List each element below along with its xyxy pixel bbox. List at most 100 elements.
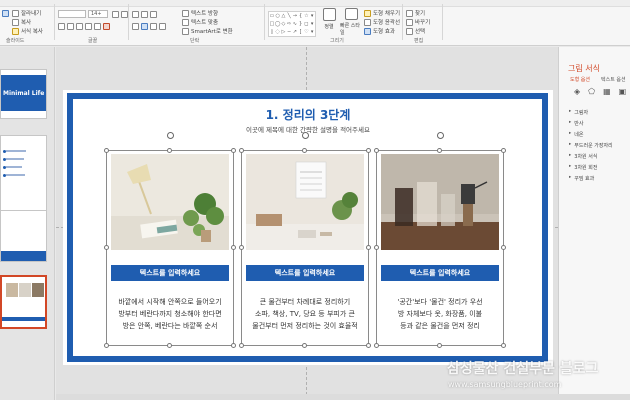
font-name-combo[interactable] — [58, 10, 86, 18]
replace-button[interactable]: 바꾸기 — [406, 18, 430, 26]
shape-fill-button[interactable]: 도형 채우기 — [364, 9, 400, 17]
find-button[interactable]: 찾기 — [406, 9, 425, 17]
shape-outline-button[interactable]: 도형 윤곽선 — [364, 18, 400, 26]
paste-button[interactable] — [2, 9, 9, 17]
resize-handle[interactable] — [104, 343, 109, 348]
indent-icon — [150, 10, 157, 18]
resize-handle[interactable] — [231, 148, 236, 153]
tab-shape-options[interactable]: 도형 옵션 — [570, 76, 590, 83]
selection-box[interactable] — [241, 150, 369, 346]
selection-box[interactable] — [106, 150, 234, 346]
resize-handle[interactable] — [239, 245, 244, 250]
effects-icon — [364, 27, 371, 35]
expand-arrow-icon: ▸ — [569, 131, 572, 136]
resize-handle[interactable] — [302, 148, 307, 153]
effects-pentagon-icon[interactable]: ⬠ — [588, 87, 595, 96]
list-buttons[interactable] — [132, 10, 157, 18]
copy-button[interactable]: 복사 — [12, 18, 31, 26]
select-label: 선택 — [415, 29, 426, 35]
resize-handle[interactable] — [239, 148, 244, 153]
pane-section-glow[interactable]: ▸ 네온 — [569, 131, 583, 138]
resize-handle[interactable] — [104, 148, 109, 153]
pane-section-shadow[interactable]: ▸ 그림자 — [569, 109, 588, 116]
shape-more-icon[interactable]: ▾ — [309, 20, 315, 28]
slide-title[interactable]: 1. 정리의 3단계 — [63, 106, 553, 123]
resize-handle[interactable] — [239, 343, 244, 348]
resize-handle[interactable] — [366, 343, 371, 348]
slide-thumbnail-3[interactable] — [0, 210, 47, 262]
group-separator — [402, 4, 403, 40]
rotate-handle-icon[interactable] — [302, 132, 309, 139]
convert-smartart-button[interactable]: SmartArt로 변환 — [182, 27, 233, 35]
resize-handle[interactable] — [374, 148, 379, 153]
pane-section-soft-edges[interactable]: ▸ 부드러운 가장자리 — [569, 142, 613, 149]
quick-styles-button[interactable]: 빠른 스타일 — [340, 8, 362, 36]
shape-more-icon[interactable]: ▾ — [309, 28, 315, 36]
select-button[interactable]: 선택 — [406, 27, 425, 35]
font-size-combo[interactable]: 14+ — [88, 10, 108, 18]
thumbnail-band — [2, 317, 45, 321]
resize-handle[interactable] — [104, 245, 109, 250]
resize-handle[interactable] — [167, 343, 172, 348]
format-painter-button[interactable]: 서식 복사 — [12, 27, 43, 35]
resize-handle[interactable] — [231, 245, 236, 250]
format-painter-icon — [12, 27, 19, 35]
expand-arrow-icon: ▸ — [569, 175, 572, 180]
group-label-editing: 편집 — [414, 38, 424, 44]
status-bar — [56, 394, 630, 400]
slide-thumbnail-1[interactable]: Minimal Life — [0, 69, 47, 119]
resize-handle[interactable] — [437, 343, 442, 348]
arrange-button[interactable]: 정렬 — [320, 8, 338, 36]
arrange-label: 정렬 — [324, 24, 334, 30]
thumbnail-photo — [19, 283, 31, 297]
pane-title: 그림 서식 — [568, 64, 600, 73]
shape-more-icon[interactable]: ▾ — [309, 12, 315, 20]
resize-handle[interactable] — [374, 245, 379, 250]
cut-button[interactable]: 잘라내기 — [12, 9, 41, 17]
format-painter-label: 서식 복사 — [21, 29, 43, 35]
char-spacing-icon — [94, 22, 101, 30]
group-separator — [128, 4, 129, 40]
selection-box[interactable] — [376, 150, 504, 346]
expand-arrow-icon: ▸ — [569, 153, 572, 158]
picture-icon[interactable]: ▣ — [619, 87, 627, 96]
pane-section-3d-format[interactable]: ▸ 3차원 서식 — [569, 153, 597, 160]
format-picture-pane: 그림 서식 도형 옵션 텍스트 옵션 ◈ ⬠ ▦ ▣ ▸ 그림자 ▸ 반사 ▸ 네온 … — [558, 47, 630, 400]
resize-handle[interactable] — [366, 148, 371, 153]
font-color-icon — [103, 22, 110, 30]
thumbnail-line — [6, 166, 22, 168]
resize-handle[interactable] — [501, 148, 506, 153]
pane-section-label: 부드러운 가장자리 — [574, 143, 613, 149]
pane-section-label: 꾸밈 효과 — [574, 176, 595, 182]
resize-handle[interactable] — [231, 343, 236, 348]
rotate-handle-icon[interactable] — [437, 132, 444, 139]
fill-line-icon[interactable]: ◈ — [574, 87, 580, 96]
rotate-handle-icon[interactable] — [167, 132, 174, 139]
resize-handle[interactable] — [374, 343, 379, 348]
tab-text-options[interactable]: 텍스트 옵션 — [601, 76, 626, 83]
replace-label: 바꾸기 — [415, 20, 431, 26]
text-align-button[interactable]: 텍스트 맞춤 — [182, 18, 218, 26]
grow-font-button[interactable] — [112, 10, 128, 18]
resize-handle[interactable] — [501, 343, 506, 348]
pane-section-3d-rotation[interactable]: ▸ 3차원 회전 — [569, 164, 597, 171]
resize-handle[interactable] — [366, 245, 371, 250]
resize-handle[interactable] — [501, 245, 506, 250]
pane-section-reflection[interactable]: ▸ 반사 — [569, 120, 583, 127]
resize-handle[interactable] — [437, 148, 442, 153]
slide-thumbnail-4-selected[interactable] — [0, 275, 47, 329]
font-style-buttons[interactable] — [58, 22, 110, 30]
group-label-paragraph: 단락 — [190, 38, 200, 44]
align-buttons[interactable] — [132, 22, 166, 30]
text-direction-button[interactable]: 텍스트 방향 — [182, 9, 218, 17]
pane-section-artistic-effects[interactable]: ▸ 꾸밈 효과 — [569, 175, 594, 182]
shapes-gallery[interactable]: ▭ ○ △ ╲ →{☆ ▾ □ ◯ ◇ ⇨ ∿} ◻ ▾ ▯ ◌ ▷ ─ ↗[♡ ▾ — [268, 11, 316, 37]
shape-effects-label: 도형 효과 — [373, 29, 395, 35]
size-properties-icon[interactable]: ▦ — [603, 87, 611, 96]
quick-styles-label: 빠른 스타일 — [340, 23, 360, 36]
resize-handle[interactable] — [167, 148, 172, 153]
paste-icon — [2, 9, 9, 17]
shape-effects-button[interactable]: 도형 효과 — [364, 27, 395, 35]
italic-icon — [67, 22, 74, 30]
resize-handle[interactable] — [302, 343, 307, 348]
